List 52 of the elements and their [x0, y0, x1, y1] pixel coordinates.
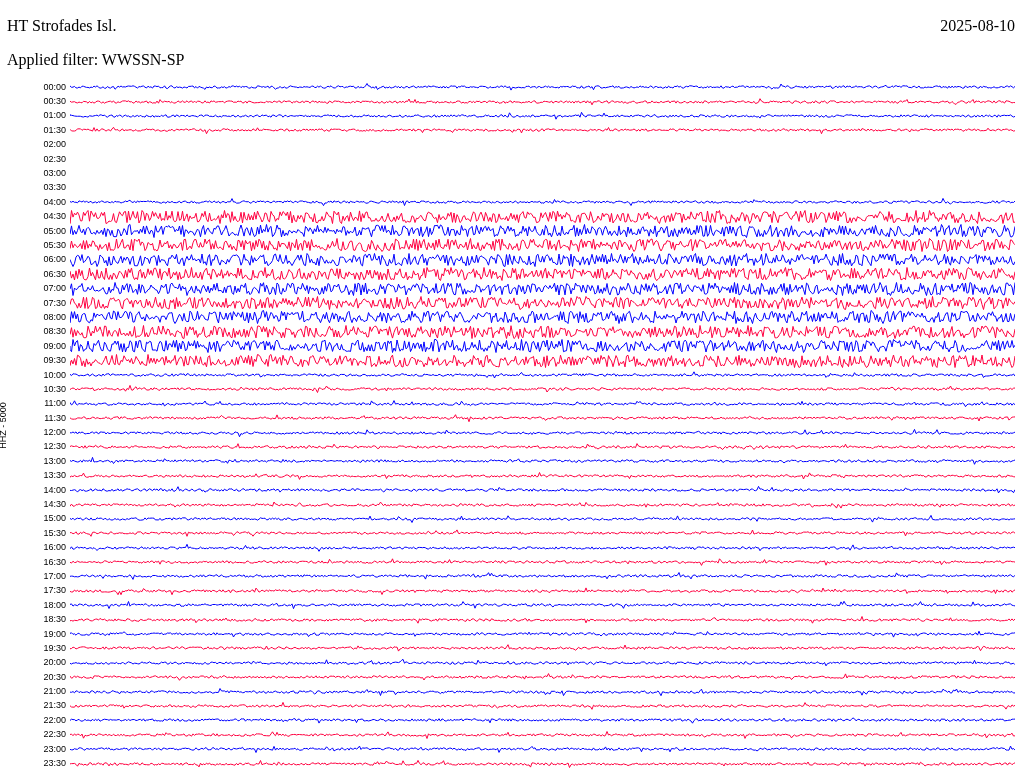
time-label: 16:30 — [42, 557, 67, 567]
time-label: 23:00 — [42, 744, 67, 754]
time-label: 01:30 — [42, 125, 67, 135]
time-label: 14:00 — [42, 485, 67, 495]
time-label: 13:00 — [42, 456, 67, 466]
time-label: 19:00 — [42, 629, 67, 639]
time-label: 18:00 — [42, 600, 67, 610]
time-label: 17:30 — [42, 586, 67, 596]
time-label: 20:00 — [42, 658, 67, 668]
time-label: 13:30 — [42, 471, 67, 481]
time-label: 17:00 — [42, 571, 67, 581]
time-label: 11:00 — [43, 399, 67, 409]
time-label: 01:00 — [42, 111, 67, 121]
date-label: 2025-08-10 — [940, 18, 1016, 34]
time-label: 00:30 — [42, 97, 67, 107]
time-label: 03:00 — [42, 169, 67, 179]
time-label: 12:00 — [42, 428, 67, 438]
time-label: 16:00 — [42, 543, 67, 553]
time-label: 02:00 — [42, 140, 67, 150]
time-label: 05:00 — [42, 226, 67, 236]
time-label: 21:00 — [42, 687, 67, 697]
time-label: 23:30 — [42, 759, 67, 769]
time-label: 08:30 — [42, 327, 67, 337]
axis-label: HHZ - 5000 — [0, 402, 8, 449]
time-label: 11:30 — [43, 413, 67, 423]
time-label: 09:30 — [42, 356, 67, 366]
time-label: 12:30 — [42, 442, 67, 452]
time-label: 15:30 — [42, 528, 67, 538]
time-label: 02:30 — [42, 154, 67, 164]
time-label: 04:30 — [42, 212, 67, 222]
time-label: 22:00 — [42, 715, 67, 725]
time-label: 08:00 — [42, 312, 67, 322]
time-label: 14:30 — [42, 500, 67, 509]
time-label: 15:00 — [42, 514, 67, 524]
time-label: 06:00 — [42, 255, 67, 265]
time-label: 21:30 — [42, 701, 67, 711]
station-title: HT Strofades Isl. — [7, 18, 117, 34]
time-label: 00:00 — [42, 82, 67, 92]
time-label: 06:30 — [42, 269, 67, 279]
time-label: 07:00 — [42, 284, 67, 294]
time-label: 03:30 — [42, 183, 67, 193]
filter-label: Applied filter: WWSSN-SP — [7, 51, 185, 68]
time-label: 20:30 — [42, 672, 67, 682]
time-label: 19:30 — [42, 643, 67, 653]
time-label: 10:30 — [42, 384, 67, 394]
time-label: 18:30 — [42, 615, 67, 625]
time-label: 22:30 — [42, 730, 67, 740]
time-label: 10:00 — [42, 370, 67, 380]
time-label: 09:00 — [42, 341, 67, 351]
time-label: 07:30 — [42, 298, 67, 308]
time-label: 05:30 — [42, 241, 67, 250]
time-label: 04:00 — [42, 197, 67, 207]
